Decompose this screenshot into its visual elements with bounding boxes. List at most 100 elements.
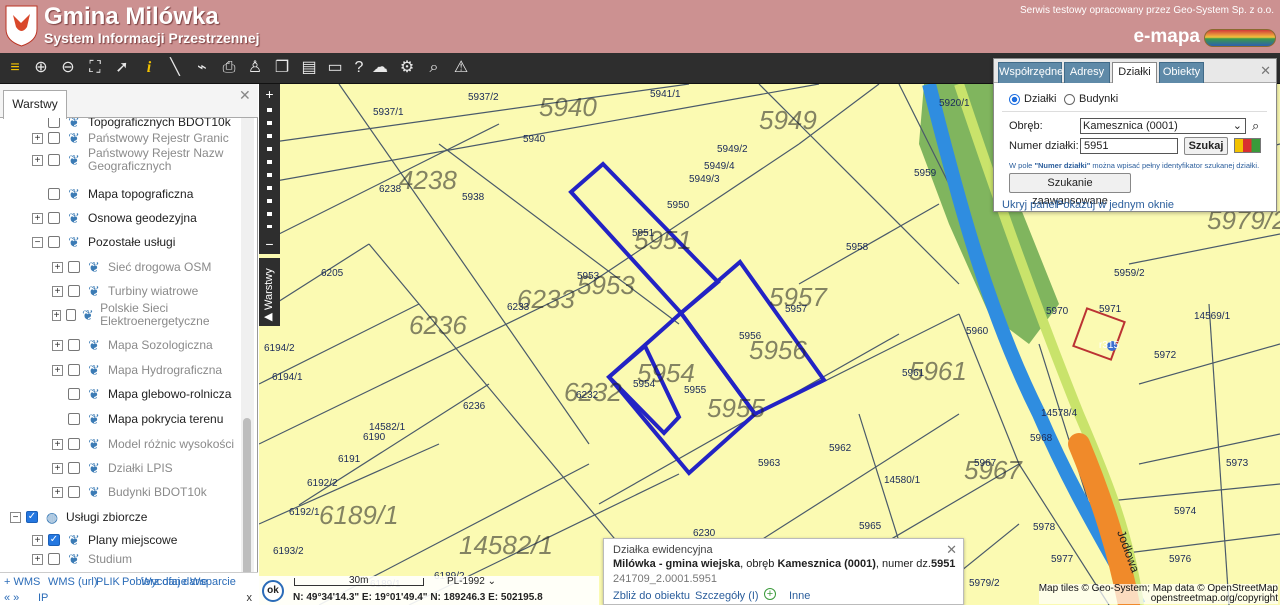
expand-icon[interactable]: + bbox=[52, 309, 61, 321]
expand-icon[interactable]: + bbox=[32, 212, 43, 224]
zoom-extent-icon[interactable]: ⛶ bbox=[84, 57, 106, 79]
layer-item[interactable]: + ❦ Polskie Sieci Elektroenergetyczne bbox=[52, 302, 240, 328]
expand-icon[interactable]: + bbox=[52, 438, 63, 450]
details-link[interactable]: Szczegóły (I) bbox=[695, 590, 759, 602]
tab-warstwy[interactable]: Warstwy bbox=[3, 90, 67, 119]
szukaj-button[interactable]: Szukaj bbox=[1184, 137, 1228, 155]
collapse-icon[interactable]: − bbox=[10, 511, 21, 523]
layer-checkbox[interactable] bbox=[68, 486, 80, 498]
measure-line-icon[interactable]: ╲ bbox=[164, 57, 186, 79]
crs-select[interactable]: PL-1992 ⌄ bbox=[447, 576, 496, 587]
zoom-to-object-link[interactable]: Zbliż do obiektu bbox=[613, 590, 690, 602]
layer-checkbox[interactable] bbox=[68, 413, 80, 425]
layer-checkbox[interactable] bbox=[48, 553, 60, 565]
footer-close-icon[interactable]: x bbox=[247, 592, 253, 604]
numer-dzialki-input[interactable]: 5951 bbox=[1080, 138, 1178, 154]
expand-icon[interactable]: + bbox=[32, 553, 43, 565]
layer-item[interactable]: ❦ Mapa glebowo-rolnicza bbox=[52, 384, 231, 404]
advanced-search-button[interactable]: Szukanie zaawansowane bbox=[1009, 173, 1131, 207]
cloud-upload-icon[interactable]: ☁ bbox=[369, 57, 391, 79]
tab-adresy[interactable]: Adresy bbox=[1064, 62, 1110, 83]
scrollbar-thumb[interactable] bbox=[243, 418, 251, 578]
layer-checkbox[interactable] bbox=[68, 285, 80, 297]
collapse-icon[interactable]: − bbox=[32, 236, 43, 248]
footer-link[interactable]: WMS (url) bbox=[48, 576, 98, 588]
layer-item[interactable]: + ❦ Mapa Sozologiczna bbox=[52, 335, 213, 355]
layer-item[interactable]: + ❦ Państwowy Rejestr Granic bbox=[32, 128, 229, 148]
expand-icon[interactable]: + bbox=[52, 285, 63, 297]
radio-dzialki[interactable]: Działki bbox=[1009, 93, 1056, 105]
expand-icon[interactable]: + bbox=[52, 261, 63, 273]
expand-icon[interactable]: + bbox=[52, 462, 63, 474]
layer-item[interactable]: ❦ Mapa topograficzna bbox=[32, 184, 193, 204]
layout-icon[interactable]: ▤ bbox=[298, 57, 320, 79]
layer-checkbox[interactable] bbox=[48, 188, 60, 200]
layer-item[interactable]: − ✓ ◍ Usługi zbiorcze bbox=[10, 507, 147, 527]
layer-item[interactable]: ❦ Mapa pokrycia terenu bbox=[52, 409, 223, 429]
layer-checkbox[interactable] bbox=[48, 154, 60, 166]
copy-icon[interactable]: ❐ bbox=[271, 57, 293, 79]
tab-wspolrzedne[interactable]: Współrzędne bbox=[998, 62, 1063, 83]
warning-icon[interactable]: ⚠ bbox=[450, 57, 472, 79]
print-icon[interactable]: ⎙ bbox=[218, 57, 240, 79]
layer-checkbox[interactable] bbox=[68, 364, 80, 376]
expand-icon[interactable]: + bbox=[52, 339, 63, 351]
layer-item[interactable]: + ❦ Działki LPIS bbox=[52, 458, 173, 478]
expand-icon[interactable]: + bbox=[52, 486, 63, 498]
footer-link[interactable]: + WMS bbox=[4, 576, 40, 588]
tab-dzialki[interactable]: Działki bbox=[1112, 62, 1157, 83]
comment-icon[interactable]: ▭ bbox=[324, 57, 346, 79]
ok-button[interactable]: ok bbox=[262, 580, 284, 602]
layer-checkbox[interactable] bbox=[48, 118, 60, 128]
sidebar-scrollbar[interactable] bbox=[241, 118, 254, 588]
street-view-icon[interactable]: ♙ bbox=[244, 57, 266, 79]
layer-checkbox[interactable]: ✓ bbox=[48, 534, 60, 546]
layer-checkbox[interactable] bbox=[68, 438, 80, 450]
expand-icon[interactable]: + bbox=[32, 132, 43, 144]
layer-item[interactable]: + ❦ Osnowa geodezyjna bbox=[32, 208, 197, 228]
expand-icon[interactable]: + bbox=[32, 154, 43, 166]
help-icon[interactable]: ? bbox=[348, 57, 370, 79]
layer-checkbox[interactable] bbox=[68, 339, 80, 351]
tab-obiekty[interactable]: Obiekty bbox=[1159, 62, 1204, 83]
expand-icon[interactable]: + bbox=[32, 534, 43, 546]
layer-item[interactable]: + ❦ Mapa Hydrograficzna bbox=[52, 360, 222, 380]
obreb-select[interactable]: Kamesznica (0001) ⌄ bbox=[1080, 118, 1246, 134]
layer-checkbox[interactable]: ✓ bbox=[26, 511, 38, 523]
footer-link[interactable]: Wsparcie bbox=[190, 576, 236, 588]
footer-link[interactable]: « » bbox=[4, 592, 19, 604]
close-panel-icon[interactable]: ✕ bbox=[1260, 63, 1271, 79]
zoom-out-icon[interactable]: ⊖ bbox=[57, 57, 79, 79]
select-pointer-icon[interactable]: ➚ bbox=[111, 57, 133, 79]
zoom-out-button[interactable]: − bbox=[259, 234, 280, 254]
color-legend-icon[interactable] bbox=[1234, 138, 1261, 153]
single-window-link[interactable]: Pokazuj w jednym oknie bbox=[1056, 199, 1174, 211]
zoom-slider[interactable] bbox=[259, 104, 280, 234]
zoom-in-icon[interactable]: ⊕ bbox=[30, 57, 52, 79]
footer-link[interactable]: IP bbox=[38, 592, 48, 604]
more-link[interactable]: Inne bbox=[789, 590, 810, 602]
search-map-icon[interactable]: ⌕ bbox=[423, 57, 445, 79]
layer-checkbox[interactable] bbox=[65, 309, 76, 321]
measure-area-icon[interactable]: ⌁ bbox=[191, 57, 213, 79]
footer-link[interactable]: PLIK bbox=[96, 576, 120, 588]
layer-item[interactable]: + ✓ ❦ Plany miejscowe bbox=[32, 530, 177, 550]
layer-checkbox[interactable] bbox=[68, 388, 80, 400]
layer-checkbox[interactable] bbox=[68, 462, 80, 474]
layer-checkbox[interactable] bbox=[48, 212, 60, 224]
layer-checkbox[interactable] bbox=[68, 261, 80, 273]
warstwy-side-tab[interactable]: Warstwy ◀ bbox=[259, 258, 280, 326]
layer-checkbox[interactable] bbox=[48, 236, 60, 248]
close-sidebar-icon[interactable]: ✕ bbox=[239, 88, 253, 102]
layer-item[interactable]: + ❦ Budynki BDOT10k bbox=[52, 482, 207, 502]
add-icon[interactable]: + bbox=[764, 588, 776, 600]
layer-item[interactable]: − ❦ Pozostałe usługi bbox=[32, 232, 175, 252]
search-icon[interactable]: ⌕ bbox=[1252, 118, 1259, 134]
layer-item[interactable]: + ❦ Turbiny wiatrowe bbox=[52, 281, 198, 301]
layers-icon[interactable]: ≡ bbox=[4, 57, 26, 79]
layer-item[interactable]: + ❦ Sieć drogowa OSM bbox=[52, 257, 211, 277]
layer-checkbox[interactable] bbox=[48, 132, 60, 144]
zoom-in-button[interactable]: + bbox=[259, 84, 280, 104]
settings-icon[interactable]: ⚙ bbox=[396, 57, 418, 79]
layer-item[interactable]: + ❦ Państwowy Rejestr Nazw Geograficznych bbox=[32, 147, 238, 173]
